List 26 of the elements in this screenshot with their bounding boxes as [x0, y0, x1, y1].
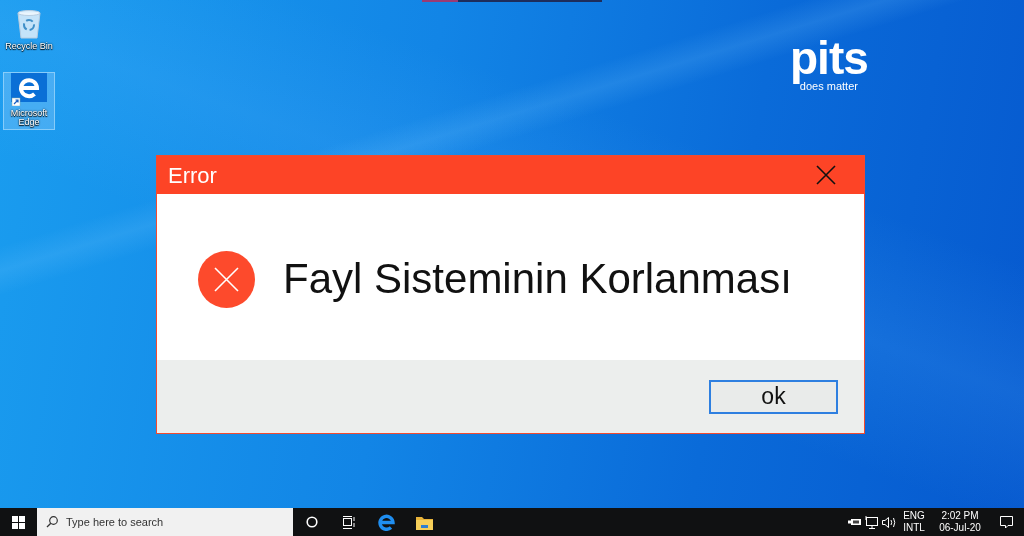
recycle-bin-icon[interactable] [14, 8, 44, 39]
windows-logo-icon [11, 515, 25, 529]
battery-icon [847, 517, 861, 527]
error-message: Fayl Sisteminin Korlanması [283, 255, 792, 303]
notification-icon [999, 515, 1013, 529]
browser-shortcut-icon[interactable] [11, 73, 47, 106]
error-icon [198, 250, 255, 308]
shortcut-label: Microsoft Edge [9, 109, 49, 127]
folder-icon [415, 514, 433, 530]
browser-icon [377, 513, 395, 531]
network-button[interactable] [863, 515, 881, 529]
logo-tagline: does matter [799, 81, 858, 92]
close-icon [816, 165, 836, 185]
search-icon [46, 516, 58, 528]
task-view-icon [343, 515, 355, 529]
network-icon [865, 515, 879, 529]
input-language-button[interactable]: ENG INTL [900, 510, 928, 534]
ok-button[interactable]: ok [709, 379, 838, 414]
clock-button[interactable]: 2:02 PM 06-Jul-20 [932, 510, 988, 534]
dialog-title: Error [168, 161, 217, 190]
speaker-icon [881, 515, 897, 529]
search-field[interactable]: Type here to search [37, 508, 293, 536]
speaker-button[interactable] [881, 515, 897, 529]
battery-button[interactable] [845, 517, 863, 527]
circle-icon [306, 516, 318, 528]
shortcut-label: Recycle Bin [4, 42, 54, 51]
